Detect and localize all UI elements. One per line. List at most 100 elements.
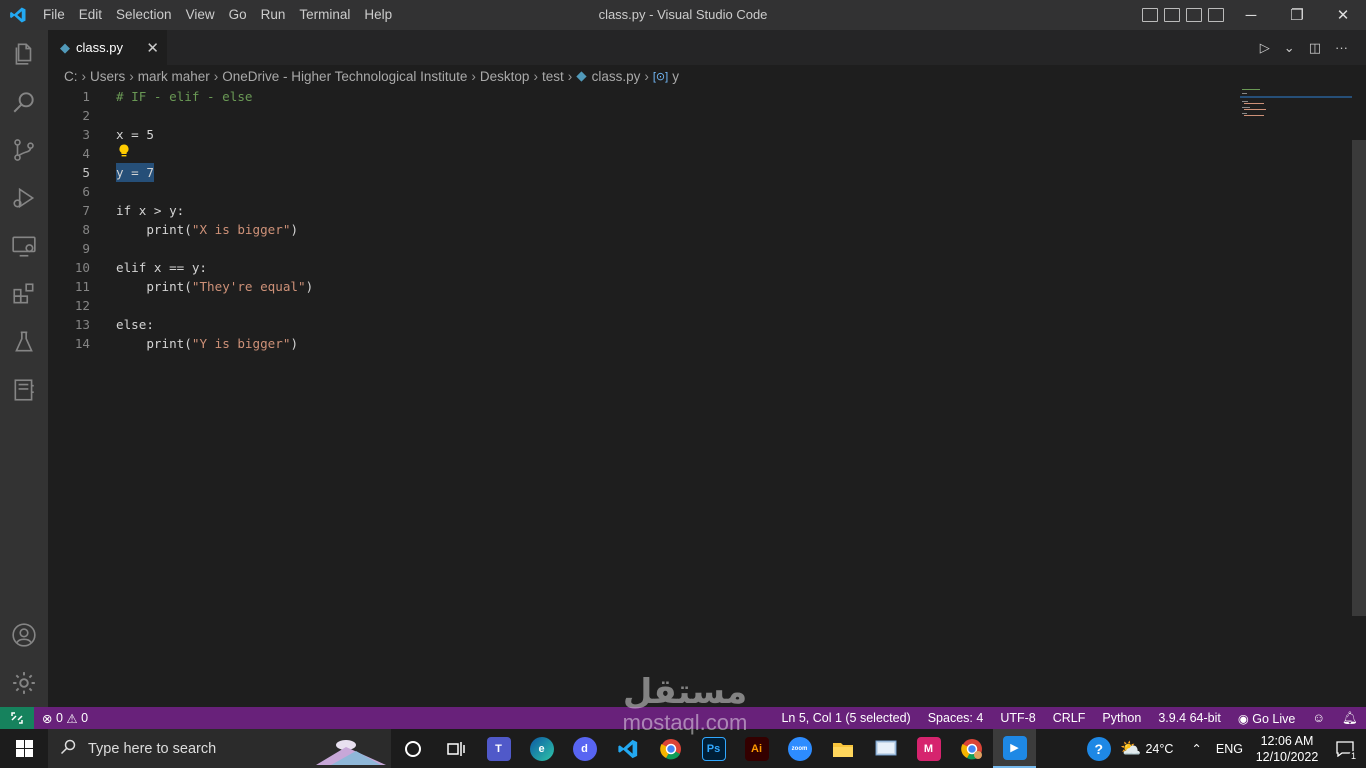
encoding[interactable]: UTF-8 (1000, 711, 1035, 725)
restore-button[interactable]: ❐ (1274, 0, 1320, 30)
menu-file[interactable]: File (36, 0, 72, 30)
cortana-icon[interactable] (391, 729, 434, 768)
chrome-profile-icon[interactable] (950, 729, 993, 768)
menu-run[interactable]: Run (254, 0, 293, 30)
lightbulb-icon[interactable] (118, 144, 130, 158)
help-icon[interactable]: ? (1077, 729, 1120, 768)
tab-class-py[interactable]: ◆ class.py ✕ (48, 30, 167, 65)
menu-edit[interactable]: Edit (72, 0, 109, 30)
status-bar: ⊗ 0 ⚠ 0 Ln 5, Col 1 (5 selected) Spaces:… (0, 707, 1366, 729)
chrome-icon[interactable] (649, 729, 692, 768)
indentation[interactable]: Spaces: 4 (928, 711, 984, 725)
notifications-bell-icon[interactable]: 🔔︎ (1342, 711, 1358, 726)
weather-icon[interactable]: ⛅ (1120, 739, 1141, 759)
settings-gear-icon[interactable] (0, 659, 48, 707)
run-python-file-icon[interactable]: ▷ (1260, 40, 1270, 56)
files-icon[interactable] (0, 30, 48, 78)
task-view-icon[interactable] (434, 729, 477, 768)
toggle-secondary-sidebar-icon[interactable] (1186, 8, 1202, 22)
source-control-icon[interactable] (0, 126, 48, 174)
python-file-icon: ◆ (60, 39, 70, 55)
split-editor-icon[interactable]: ◫ (1309, 40, 1321, 56)
language-mode[interactable]: Python (1102, 711, 1141, 725)
breadcrumb-user[interactable]: mark maher (138, 69, 210, 84)
input-language[interactable]: ENG (1216, 742, 1243, 756)
code-text: x = 5 (116, 127, 154, 142)
weather-temperature[interactable]: 24°C (1145, 742, 1173, 756)
search-icon[interactable] (0, 78, 48, 126)
chevron-right-icon: › (81, 68, 87, 84)
customize-layout-icon[interactable] (1208, 8, 1224, 22)
app-m-icon[interactable]: M (907, 729, 950, 768)
illustrator-icon[interactable]: Ai (735, 729, 778, 768)
media-player-icon[interactable]: ▶ (993, 729, 1036, 768)
line-number: 6 (82, 184, 90, 199)
cursor-position[interactable]: Ln 5, Col 1 (5 selected) (781, 711, 910, 725)
breadcrumb-symbol[interactable]: y (672, 69, 679, 84)
close-tab-icon[interactable]: ✕ (146, 39, 159, 57)
code-text: else: (116, 317, 154, 332)
vscode-icon[interactable] (606, 729, 649, 768)
run-dropdown-icon[interactable]: ⌄ (1284, 40, 1295, 56)
title-bar: File Edit Selection View Go Run Terminal… (0, 0, 1366, 30)
extensions-icon[interactable] (0, 270, 48, 318)
taskbar-search-box[interactable]: Type here to search (48, 729, 391, 768)
testing-icon[interactable] (0, 318, 48, 366)
line-number: 9 (82, 241, 90, 256)
vscode-logo-icon (0, 0, 36, 30)
edge-icon[interactable]: e (520, 729, 563, 768)
zoom-icon[interactable]: zoom (778, 729, 821, 768)
breadcrumb-test[interactable]: test (542, 69, 564, 84)
minimize-button[interactable]: ─ (1228, 0, 1274, 30)
tab-label: class.py (76, 40, 123, 55)
python-interpreter[interactable]: 3.9.4 64-bit (1158, 711, 1221, 725)
error-icon: ⊗ (42, 711, 53, 726)
menu-help[interactable]: Help (357, 0, 399, 30)
line-number: 5 (82, 165, 90, 180)
run-debug-icon[interactable] (0, 174, 48, 222)
remote-indicator-icon[interactable] (0, 707, 34, 729)
problems-indicator[interactable]: ⊗ 0 ⚠ 0 (34, 711, 88, 726)
photoshop-icon[interactable]: Ps (692, 729, 735, 768)
clock[interactable]: 12:06 AM 12/10/2022 (1251, 733, 1323, 765)
discord-icon[interactable]: d (563, 729, 606, 768)
code-text: if x > y: (116, 203, 185, 218)
chevron-up-icon[interactable]: ⌃ (1191, 741, 1201, 756)
control-panel-icon[interactable] (864, 729, 907, 768)
error-count: 0 (55, 711, 63, 725)
line-number: 14 (74, 336, 90, 351)
end-of-line[interactable]: CRLF (1053, 711, 1086, 725)
clock-time: 12:06 AM (1260, 733, 1314, 748)
minimap[interactable] (1240, 87, 1352, 127)
breadcrumb-users[interactable]: Users (90, 69, 125, 84)
toggle-primary-sidebar-icon[interactable] (1142, 8, 1158, 22)
toggle-panel-icon[interactable] (1164, 8, 1180, 22)
breadcrumb-desktop[interactable]: Desktop (480, 69, 530, 84)
accounts-icon[interactable] (0, 611, 48, 659)
code-editor[interactable]: 1 # IF - elif - else 2 3x = 5 4 5y = 7 6 … (48, 87, 1366, 707)
teams-icon[interactable]: T (477, 729, 520, 768)
feedback-icon[interactable]: ☺ (1312, 711, 1325, 725)
remote-explorer-icon[interactable] (0, 222, 48, 270)
breadcrumb-drive[interactable]: C: (64, 69, 78, 84)
breadcrumb-file[interactable]: class.py (592, 69, 641, 84)
menu-selection[interactable]: Selection (109, 0, 179, 30)
notification-center-icon[interactable]: 1 (1323, 729, 1366, 768)
close-window-button[interactable]: ✕ (1320, 0, 1366, 30)
breadcrumb-onedrive[interactable]: OneDrive - Higher Technological Institut… (222, 69, 467, 84)
chevron-right-icon: › (471, 68, 476, 84)
menu-terminal[interactable]: Terminal (292, 0, 357, 30)
menu-go[interactable]: Go (222, 0, 254, 30)
menu-view[interactable]: View (179, 0, 222, 30)
file-explorer-icon[interactable] (821, 729, 864, 768)
line-number: 8 (82, 222, 90, 237)
line-number: 7 (82, 203, 90, 218)
chevron-right-icon: › (533, 68, 538, 84)
notebook-icon[interactable] (0, 366, 48, 414)
windows-start-icon[interactable] (0, 729, 48, 768)
line-number: 4 (82, 146, 90, 161)
python-file-icon: ◆ (576, 68, 587, 83)
vertical-scrollbar[interactable] (1352, 140, 1366, 616)
more-actions-icon[interactable]: ··· (1335, 40, 1348, 55)
go-live-button[interactable]: ◉ Go Live (1238, 711, 1296, 726)
